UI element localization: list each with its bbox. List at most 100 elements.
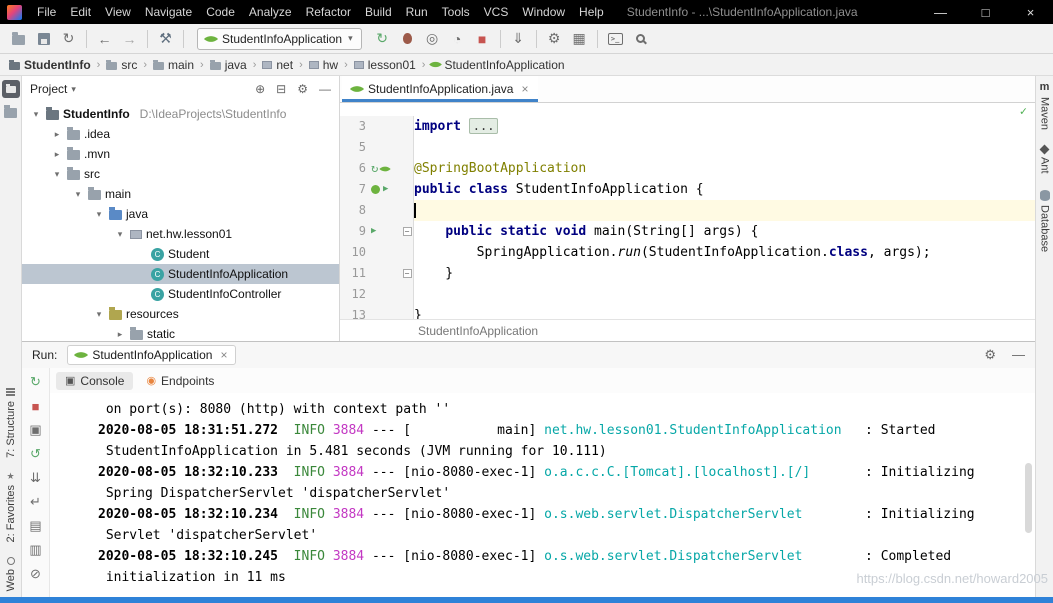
breadcrumb-item-main[interactable]: main (152, 58, 195, 72)
editor-content[interactable]: ✓ 3import ...56↻@SpringBootApplication7▶… (340, 103, 1035, 319)
code-line[interactable]: 13} (340, 305, 1035, 319)
run-gutter-icon[interactable]: ▶ (371, 221, 376, 242)
terminal-icon[interactable]: >_ (603, 28, 628, 50)
forward-icon[interactable]: → (117, 28, 142, 50)
inspections-ok-icon[interactable]: ✓ (1020, 104, 1027, 118)
code-line[interactable]: 10 SpringApplication.run(StudentInfoAppl… (340, 242, 1035, 263)
spring-bean-icon[interactable] (371, 185, 380, 194)
tree-item-static[interactable]: ▸static (22, 324, 339, 341)
tree-item-studentinfo[interactable]: ▾StudentInfoD:\IdeaProjects\StudentInfo (22, 104, 339, 124)
menu-help[interactable]: Help (572, 0, 611, 24)
back-icon[interactable]: ← (92, 28, 117, 50)
code-line[interactable]: 9▶− public static void main(String[] arg… (340, 221, 1035, 242)
close-icon[interactable]: × (220, 348, 227, 362)
tree-item-student[interactable]: Student (22, 244, 339, 264)
tree-item-resources[interactable]: ▾resources (22, 304, 339, 324)
breadcrumb-item-studentinfo[interactable]: StudentInfo (8, 58, 92, 72)
console-output[interactable]: on port(s): 8080 (http) with context pat… (50, 393, 1035, 597)
code-line[interactable]: 8 (340, 200, 1035, 221)
menu-navigate[interactable]: Navigate (138, 0, 199, 24)
scroll-to-end-icon[interactable]: ⇊ (27, 469, 45, 487)
tree-item--mvn[interactable]: ▸.mvn (22, 144, 339, 164)
tab-console[interactable]: ▣Console (56, 372, 133, 390)
menu-view[interactable]: View (98, 0, 138, 24)
project-panel-title[interactable]: Project (30, 82, 67, 96)
breadcrumb-item-net[interactable]: net (261, 58, 294, 72)
debug-icon[interactable] (395, 28, 420, 50)
code-line[interactable]: 11− } (340, 263, 1035, 284)
settings-gear-icon[interactable]: ⚙ (297, 82, 308, 96)
code-line[interactable]: 6↻@SpringBootApplication (340, 158, 1035, 179)
settings-gear-icon[interactable]: ⚙ (984, 347, 996, 363)
breadcrumb-item-lesson01[interactable]: lesson01 (353, 58, 417, 72)
tool-button-favorites[interactable]: ★2: Favorites (5, 472, 17, 542)
menu-window[interactable]: Window (515, 0, 572, 24)
tool-button-web[interactable]: Web (5, 557, 17, 591)
run-gutter-icon[interactable]: ↻ (371, 158, 378, 179)
tree-item-studentinfocontroller[interactable]: StudentInfoController (22, 284, 339, 304)
hide-panel-icon[interactable]: — (1012, 347, 1025, 363)
profiler-icon[interactable]: ◔ (445, 28, 470, 50)
close-button[interactable]: × (1008, 0, 1053, 24)
locate-file-icon[interactable]: ⊕ (255, 82, 265, 96)
clear-all-icon[interactable]: ⊘ (27, 565, 45, 583)
tree-item-main[interactable]: ▾main (22, 184, 339, 204)
fold-marker-icon[interactable]: − (403, 269, 412, 278)
soft-wrap-icon[interactable]: ↵ (27, 493, 45, 511)
sync-icon[interactable]: ↻ (56, 28, 81, 50)
maximize-button[interactable]: □ (963, 0, 1008, 24)
fold-marker-icon[interactable]: − (403, 227, 412, 236)
code-line[interactable]: 12 (340, 284, 1035, 305)
breadcrumb-item-studentinfoapplication[interactable]: StudentInfoApplication (430, 58, 565, 72)
tree-item--idea[interactable]: ▸.idea (22, 124, 339, 144)
restore-layout-icon[interactable]: ▤ (27, 517, 45, 535)
search-icon[interactable] (628, 28, 653, 50)
tool-button-structure[interactable]: 7: Structure (5, 388, 17, 458)
menu-file[interactable]: File (30, 0, 63, 24)
project-tool-button[interactable] (2, 80, 20, 98)
editor-breadcrumb[interactable]: StudentInfoApplication (340, 319, 1035, 341)
run-icon[interactable]: ↻ (370, 28, 395, 50)
hide-panel-icon[interactable]: — (319, 82, 331, 96)
stop-icon[interactable]: ■ (470, 28, 495, 50)
tree-item-net-hw-lesson01[interactable]: ▾net.hw.lesson01 (22, 224, 339, 244)
run-tab[interactable]: StudentInfoApplication × (67, 345, 236, 365)
minimize-button[interactable]: — (918, 0, 963, 24)
breadcrumb-item-java[interactable]: java (209, 58, 248, 72)
code-line[interactable]: 5 (340, 137, 1035, 158)
rerun-icon[interactable]: ↻ (27, 373, 45, 391)
code-line[interactable]: 7▶public class StudentInfoApplication { (340, 179, 1035, 200)
print-icon[interactable]: ▥ (27, 541, 45, 559)
code-line[interactable]: 3import ... (340, 116, 1035, 137)
tree-item-java[interactable]: ▾java (22, 204, 339, 224)
tool-button-maven[interactable]: mMaven (1039, 81, 1051, 130)
tool-button-ant[interactable]: Ant (1039, 146, 1051, 174)
build-icon[interactable]: ⚒ (153, 28, 178, 50)
attach-debugger-icon[interactable]: ⇓ (506, 28, 531, 50)
menu-vcs[interactable]: VCS (477, 0, 516, 24)
stop-icon[interactable]: ■ (27, 397, 45, 415)
save-icon[interactable] (31, 28, 56, 50)
tree-item-src[interactable]: ▾src (22, 164, 339, 184)
chevron-down-icon[interactable]: ▾ (71, 84, 76, 95)
dump-threads-icon[interactable]: ▣ (27, 421, 45, 439)
close-icon[interactable]: × (521, 82, 528, 96)
menu-code[interactable]: Code (199, 0, 242, 24)
menu-analyze[interactable]: Analyze (242, 0, 299, 24)
open-icon[interactable] (6, 28, 31, 50)
menu-refactor[interactable]: Refactor (299, 0, 358, 24)
run-gutter-icon[interactable]: ▶ (383, 179, 388, 200)
coverage-icon[interactable]: ◎ (420, 28, 445, 50)
menu-run[interactable]: Run (399, 0, 435, 24)
editor-tab[interactable]: StudentInfoApplication.java × (342, 76, 538, 102)
collapse-all-icon[interactable]: ⊟ (276, 82, 286, 96)
menu-build[interactable]: Build (358, 0, 399, 24)
run-config-combo[interactable]: StudentInfoApplication▾ (197, 28, 362, 50)
menu-tools[interactable]: Tools (435, 0, 477, 24)
tree-item-studentinfoapplication[interactable]: StudentInfoApplication (22, 264, 339, 284)
restart-icon[interactable]: ↺ (27, 445, 45, 463)
folder-icon[interactable] (4, 108, 17, 118)
breadcrumb-item-hw[interactable]: hw (308, 58, 339, 72)
console-scrollbar[interactable] (1025, 463, 1032, 533)
breadcrumb-item-src[interactable]: src (105, 58, 138, 72)
